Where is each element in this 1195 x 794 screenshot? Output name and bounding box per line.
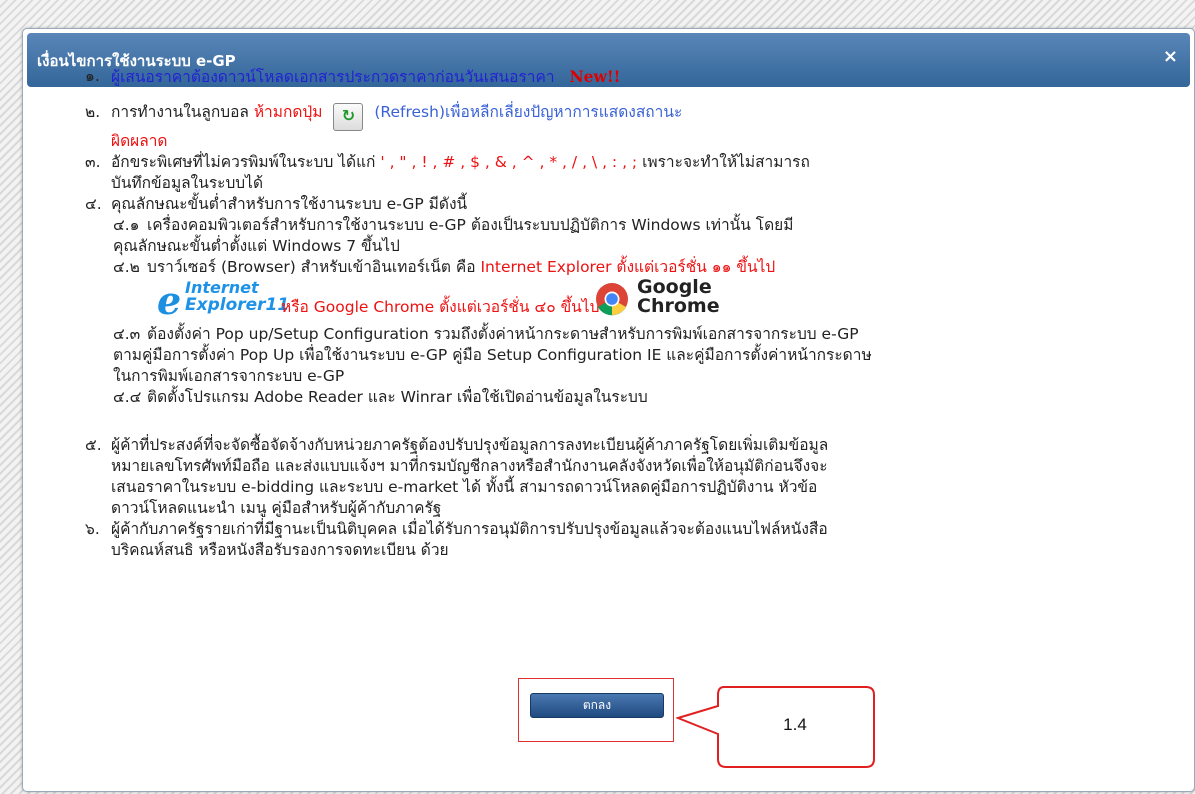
sub-item-4-2: ๔.๒ บราว์เซอร์ (Browser) สำหรับเข้าอินเท… — [85, 257, 1155, 278]
item-text-line2: บริคณห์สนธิ หรือหนังสือรับรองการจดทะเบีย… — [111, 541, 449, 559]
item-text-line2: หมายเลขโทรศัพท์มือถือ และส่งแบบแจ้งฯ มาท… — [111, 457, 828, 475]
sub-item-4-1: ๔.๑ เครื่องคอมพิวเตอร์สำหรับการใช้งานระบ… — [85, 215, 1155, 257]
sub-number: ๔.๓ — [113, 325, 141, 343]
item-number: ๓. — [85, 153, 101, 171]
list-item-3: ๓. อักขระพิเศษที่ไม่ควรพิมพ์ในระบบ ได้แก… — [85, 152, 1155, 194]
sub-text: บราว์เซอร์ (Browser) สำหรับเข้าอินเทอร์เ… — [147, 258, 476, 276]
sub-text: ติดตั้งโปรแกรม Adobe Reader และ Winrar เ… — [147, 388, 648, 406]
sub-text: เครื่องคอมพิวเตอร์สำหรับการใช้งานระบบ e-… — [147, 216, 794, 234]
item-number: ๔. — [85, 195, 102, 213]
item-text: ผู้ค้ากับภาครัฐรายเก่าที่มีฐานะเป็นนิติบ… — [111, 520, 828, 538]
sub-number: ๔.๑ — [113, 216, 140, 234]
item-text-line3: เสนอราคาในระบบ e-bidding และระบบ e-marke… — [111, 478, 818, 496]
terms-list: ๑. ผู้เสนอราคาต้องดาวน์โหลดเอกสารประกวดร… — [85, 66, 1155, 561]
callout-label: 1.4 — [783, 715, 807, 734]
sub-text-line2: คุณลักษณะขั้นต่ำตั้งแต่ Windows 7 ขึ้นไป — [113, 237, 400, 255]
list-item-1: ๑. ผู้เสนอราคาต้องดาวน์โหลดเอกสารประกวดร… — [85, 66, 1155, 88]
browser-logos-row: e Internet Explorer11 หรือ Google Chrome… — [85, 278, 1155, 324]
item-number: ๒. — [85, 103, 101, 121]
ok-button-highlight: ตกลง — [518, 678, 674, 742]
item-number: ๖. — [85, 520, 100, 538]
warning-text-2: ผิดผลาด — [111, 132, 168, 150]
item-text-line2: บันทึกข้อมูลในระบบได้ — [111, 174, 264, 192]
item-text: ผู้ค้าที่ประสงค์ที่จะจัดซื้อจัดจ้างกับหน… — [111, 436, 829, 454]
list-item-6: ๖. ผู้ค้ากับภาครัฐรายเก่าที่มีฐานะเป็นนิ… — [85, 519, 1155, 561]
ok-button[interactable]: ตกลง — [530, 693, 664, 718]
warning-text: ห้ามกดปุ่ม — [253, 103, 323, 121]
item-number: ๕. — [85, 436, 102, 454]
sub-text: ต้องตั้งค่า Pop up/Setup Configuration ร… — [147, 325, 859, 343]
refresh-note: (Refresh)เพื่อหลีกเลี่ยงปัญหาการแสดงสถาน… — [374, 103, 683, 121]
refresh-icon: ↻ — [333, 103, 364, 131]
sub-text-line2: ตามคู่มือการตั้งค่า Pop Up เพื่อใช้งานระ… — [113, 346, 872, 364]
sub-number: ๔.๔ — [113, 388, 142, 406]
sub-item-4-4: ๔.๔ ติดตั้งโปรแกรม Adobe Reader และ Winr… — [85, 387, 1155, 408]
sub-number: ๔.๒ — [113, 258, 140, 276]
ie-requirement: Internet Explorer ตั้งแต่เวอร์ชั่น ๑๑ ขึ… — [480, 258, 776, 276]
new-badge: New!! — [569, 67, 621, 86]
item-text: อักขระพิเศษที่ไม่ควรพิมพ์ในระบบ ได้แก่ — [111, 153, 376, 171]
close-icon[interactable]: × — [1163, 47, 1178, 67]
sub-text-line3: ในการพิมพ์เอกสารจากระบบ e-GP — [113, 367, 345, 385]
item-text: ผู้เสนอราคาต้องดาวน์โหลดเอกสารประกวดราคา… — [111, 68, 555, 86]
google-chrome-logo — [596, 283, 628, 316]
item-text-line4: ดาวน์โหลดแนะนำ เมนู คู่มือสำหรับผู้ค้ากั… — [111, 499, 442, 517]
list-item-4: ๔. คุณลักษณะขั้นต่ำสำหรับการใช้งานระบบ e… — [85, 194, 1155, 215]
chrome-logo-text: Google Chrome — [637, 276, 720, 317]
special-chars: ' , " , ! , # , $ , & , ^ , * , / , \ , … — [380, 153, 638, 171]
item-number: ๑. — [85, 67, 100, 85]
chrome-requirement: หรือ Google Chrome ตั้งแต่เวอร์ชั่น ๔๐ ข… — [281, 298, 600, 316]
sub-item-4-3: ๔.๓ ต้องตั้งค่า Pop up/Setup Configurati… — [85, 324, 1155, 387]
item-text: การทำงานในลูกบอล — [111, 103, 249, 121]
list-item-5: ๕. ผู้ค้าที่ประสงค์ที่จะจัดซื้อจัดจ้างกั… — [85, 435, 1155, 519]
item-text: คุณลักษณะขั้นต่ำสำหรับการใช้งานระบบ e-GP… — [111, 195, 468, 213]
list-item-2: ๒. การทำงานในลูกบอล ห้ามกดปุ่ม ↻ (Refres… — [85, 102, 1155, 152]
item-text-cont: เพราะจะทำให้ไม่สามารถ — [642, 153, 810, 171]
internet-explorer-logo: e Internet Explorer11 — [157, 278, 290, 323]
